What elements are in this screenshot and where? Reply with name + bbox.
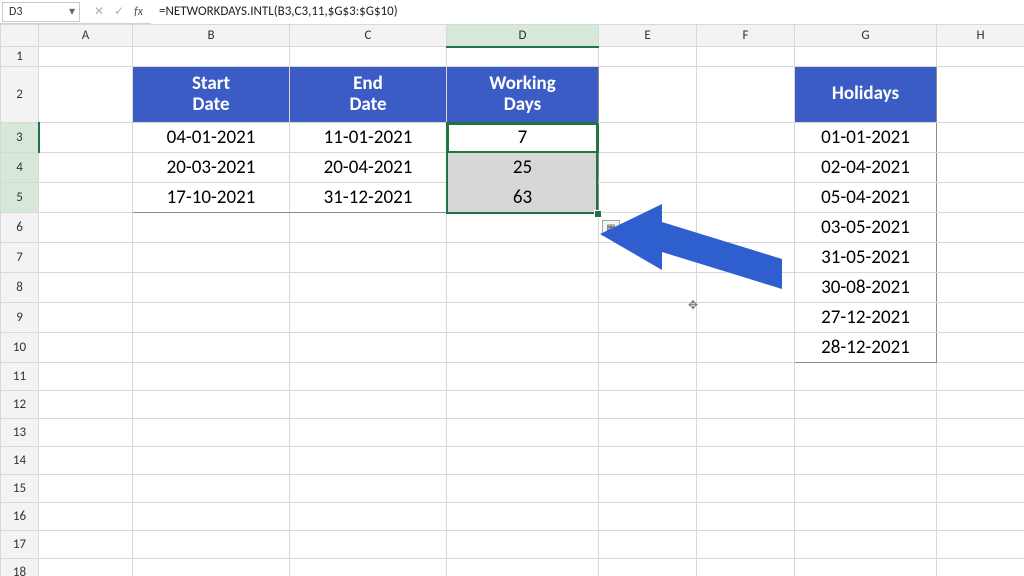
- grid-area: A B C D E F G H 1 2 Start Date End Date …: [0, 24, 1024, 576]
- col-A[interactable]: A: [39, 25, 133, 47]
- cell-G10[interactable]: 28-12-2021: [795, 333, 937, 363]
- cell-C3[interactable]: 11-01-2021: [290, 123, 447, 153]
- row-12-label[interactable]: 12: [1, 391, 39, 419]
- formula-bar: D3 ▾ ✕ ✓ fx: [0, 0, 1024, 24]
- cell-H4[interactable]: [937, 153, 1024, 183]
- header-start-date: Start Date: [133, 67, 290, 123]
- row-7-label[interactable]: 7: [1, 243, 39, 273]
- cell-F3[interactable]: [697, 123, 795, 153]
- cell-H5[interactable]: [937, 183, 1024, 213]
- row-14-label[interactable]: 14: [1, 447, 39, 475]
- cell-H3[interactable]: [937, 123, 1024, 153]
- column-labels[interactable]: A B C D E F G H: [1, 25, 1024, 47]
- col-D[interactable]: D: [447, 25, 599, 47]
- cell-G5[interactable]: 05-04-2021: [795, 183, 937, 213]
- cell-B5[interactable]: 17-10-2021: [133, 183, 290, 213]
- spreadsheet-grid[interactable]: A B C D E F G H 1 2 Start Date End Date …: [0, 24, 1024, 576]
- autofill-options-icon[interactable]: ▦: [602, 220, 620, 236]
- row-8-label[interactable]: 8: [1, 273, 39, 303]
- header-end-date: End Date: [290, 67, 447, 123]
- cell-G8[interactable]: 30-08-2021: [795, 273, 937, 303]
- cell-D4[interactable]: 25: [447, 153, 599, 183]
- row-15-label[interactable]: 15: [1, 475, 39, 503]
- cell-E5[interactable]: [599, 183, 697, 213]
- row-6-label[interactable]: 6: [1, 213, 39, 243]
- col-G[interactable]: G: [795, 25, 937, 47]
- row-3-label[interactable]: 3: [1, 123, 39, 153]
- row-16-label[interactable]: 16: [1, 503, 39, 531]
- cell-G3[interactable]: 01-01-2021: [795, 123, 937, 153]
- col-C[interactable]: C: [290, 25, 447, 47]
- col-B[interactable]: B: [133, 25, 290, 47]
- cell-G9[interactable]: 27-12-2021: [795, 303, 937, 333]
- row-17-label[interactable]: 17: [1, 531, 39, 559]
- header-holidays: Holidays: [795, 67, 937, 123]
- cell-D5[interactable]: 63: [447, 183, 599, 213]
- name-box-value: D3: [9, 5, 22, 19]
- row-5-label[interactable]: 5: [1, 183, 39, 213]
- name-box-dropdown-icon[interactable]: ▾: [65, 4, 79, 19]
- row-1-label[interactable]: 1: [1, 47, 39, 67]
- fx-icon[interactable]: fx: [134, 5, 143, 19]
- cell-E3[interactable]: [599, 123, 697, 153]
- row-4-label[interactable]: 4: [1, 153, 39, 183]
- enter-icon[interactable]: ✓: [114, 4, 124, 19]
- col-H[interactable]: H: [937, 25, 1024, 47]
- row-18-label[interactable]: 18: [1, 559, 39, 576]
- cell-B4[interactable]: 20-03-2021: [133, 153, 290, 183]
- cell-D3[interactable]: 7: [447, 123, 599, 153]
- row-13-label[interactable]: 13: [1, 419, 39, 447]
- cell-G4[interactable]: 02-04-2021: [795, 153, 937, 183]
- cell-G7[interactable]: 31-05-2021: [795, 243, 937, 273]
- cell-A3[interactable]: [39, 123, 133, 153]
- cell-C4[interactable]: 20-04-2021: [290, 153, 447, 183]
- col-F[interactable]: F: [697, 25, 795, 47]
- fill-handle[interactable]: [594, 210, 602, 218]
- cell-A5[interactable]: [39, 183, 133, 213]
- select-all-corner[interactable]: [1, 25, 39, 47]
- row-10-label[interactable]: 10: [1, 333, 39, 363]
- col-E[interactable]: E: [599, 25, 697, 47]
- cell-G6[interactable]: 03-05-2021: [795, 213, 937, 243]
- cancel-icon[interactable]: ✕: [94, 4, 104, 19]
- formula-input[interactable]: [151, 0, 1024, 24]
- row-9-label[interactable]: 9: [1, 303, 39, 333]
- cell-C5[interactable]: 31-12-2021: [290, 183, 447, 213]
- cell-F5[interactable]: [697, 183, 795, 213]
- header-working-days: Working Days: [447, 67, 599, 123]
- row-2-label[interactable]: 2: [1, 67, 39, 123]
- cell-A4[interactable]: [39, 153, 133, 183]
- cell-B3[interactable]: 04-01-2021: [133, 123, 290, 153]
- row-11-label[interactable]: 11: [1, 363, 39, 391]
- cell-F4[interactable]: [697, 153, 795, 183]
- name-box[interactable]: D3 ▾: [2, 2, 80, 22]
- cell-E4[interactable]: [599, 153, 697, 183]
- formula-bar-icons: ✕ ✓ fx: [80, 4, 151, 19]
